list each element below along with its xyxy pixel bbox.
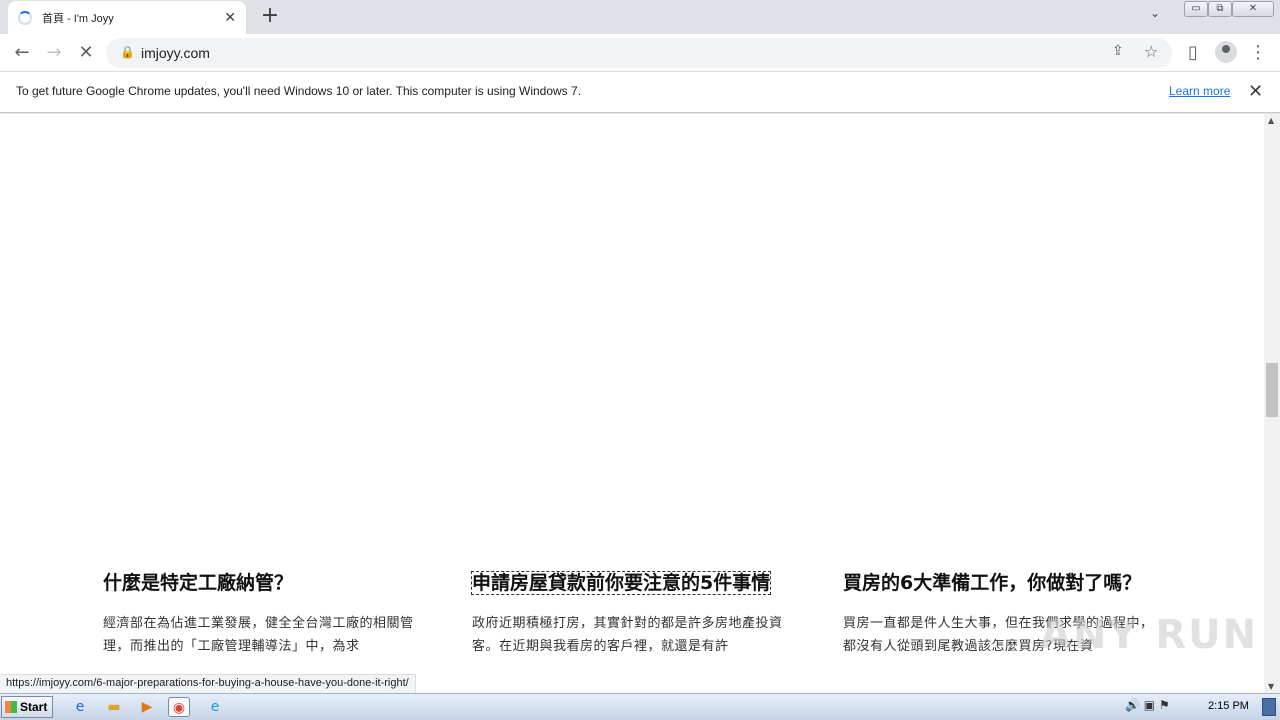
internet-explorer-icon[interactable]: e [69,697,91,717]
tab-close-icon[interactable]: ✕ [224,10,236,26]
tab-title: 首頁 - I'm Joyy [42,12,114,25]
browser-toolbar: ← → ✕ 🔒 imjoyy.com ⇪ ☆ ▯ ⋮ [0,34,1280,72]
windows-taskbar: Start e ▬ ▶ ◉ e 🔊 ▣ ⚑ 2:15 PM [0,693,1280,720]
article-card: 申請房屋貸款前你要注意的5件事情 政府近期積極打房，其實針對的都是許多房地產投資… [470,568,792,658]
infobar-close-icon[interactable]: ✕ [1248,81,1263,102]
volume-icon[interactable]: 🔊 [1125,698,1140,712]
article-card: 什麼是特定工廠納管？ 經濟部在為佔進工業發展，健全全台灣工廠的相關管理，而推出的… [103,568,423,658]
infobar-message: To get future Google Chrome updates, you… [16,84,582,98]
tab-strip: 首頁 - I'm Joyy ✕ + ⌄ ▭ ⧉ ✕ [0,0,1280,34]
system-tray: 🔊 ▣ ⚑ [1125,698,1170,712]
page-content: 什麼是特定工廠納管？ 經濟部在為佔進工業發展，健全全台灣工廠的相關管理，而推出的… [0,114,1264,693]
minimize-button[interactable]: ▭ [1184,1,1208,17]
lock-icon[interactable]: 🔒 [120,45,135,59]
profile-avatar-icon[interactable] [1215,41,1237,63]
start-button[interactable]: Start [1,696,53,718]
tab-search-button[interactable]: ⌄ [1150,6,1160,20]
taskbar-clock[interactable]: 2:15 PM [1208,700,1249,712]
scroll-down-icon[interactable]: ▼ [1268,682,1274,691]
chrome-taskbar-icon[interactable]: ◉ [168,697,190,717]
anyrun-watermark: ANY RUN [1040,612,1259,658]
back-button[interactable]: ← [10,41,34,65]
side-panel-button[interactable]: ▯ [1181,41,1205,65]
loading-spinner-icon [18,10,32,25]
article-title[interactable]: 買房的6大準備工作，你做對了嗎？ [843,568,1163,598]
scrollbar-thumb[interactable] [1266,363,1278,417]
scroll-up-icon[interactable]: ▲ [1268,116,1274,125]
url-text[interactable]: imjoyy.com [141,45,210,61]
edge-icon[interactable]: e [204,697,226,717]
article-title[interactable]: 什麼是特定工廠納管？ [103,568,423,598]
file-explorer-icon[interactable]: ▬ [103,697,125,717]
close-window-button[interactable]: ✕ [1232,1,1274,17]
start-label: Start [20,700,48,714]
article-excerpt: 經濟部在為佔進工業發展，健全全台灣工廠的相關管理，而推出的「工廠管理輔導法」中，… [103,616,414,654]
action-center-flag-icon[interactable]: ⚑ [1159,698,1170,712]
windows-logo-icon [5,701,17,713]
show-desktop-button[interactable] [1262,698,1276,716]
network-icon[interactable]: ▣ [1144,698,1155,712]
share-icon[interactable]: ⇪ [1112,43,1124,59]
article-title[interactable]: 申請房屋貸款前你要注意的5件事情 [470,571,772,595]
status-bubble-url: https://imjoyy.com/6-major-preparations-… [0,674,416,693]
update-infobar: To get future Google Chrome updates, you… [0,72,1280,113]
learn-more-link[interactable]: Learn more [1169,84,1230,98]
restore-button[interactable]: ⧉ [1208,1,1232,17]
new-tab-button[interactable]: + [258,5,282,29]
forward-button[interactable]: → [42,41,66,65]
tab-active[interactable]: 首頁 - I'm Joyy ✕ [8,1,246,34]
bookmark-star-icon[interactable]: ☆ [1144,42,1158,61]
address-bar[interactable]: 🔒 imjoyy.com ⇪ ☆ [106,38,1172,68]
chrome-menu-button[interactable]: ⋮ [1246,41,1270,65]
stop-loading-button[interactable]: ✕ [74,41,98,65]
article-excerpt: 政府近期積極打房，其實針對的都是許多房地產投資客。在近期與我看房的客戶裡，就還是… [472,616,783,654]
media-player-icon[interactable]: ▶ [136,697,158,717]
page-scrollbar[interactable]: ▲ ▼ [1264,114,1280,693]
